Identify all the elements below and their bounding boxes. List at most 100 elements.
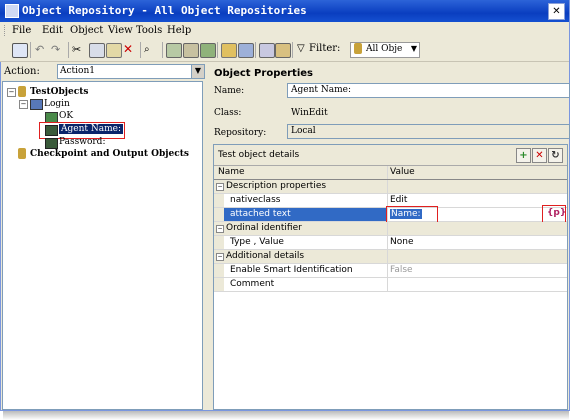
toolbar-separator bbox=[292, 42, 293, 58]
toolbar-separator bbox=[68, 42, 69, 58]
copy-icon[interactable] bbox=[89, 43, 105, 58]
toolbar: ↶ ↷ ✂ ✕ ⌕ ▽ Filter: All Obje ▼ bbox=[0, 39, 569, 62]
tree-node-ok[interactable]: OK bbox=[59, 111, 73, 121]
highlight-box bbox=[386, 206, 438, 223]
repository-icon bbox=[18, 86, 26, 97]
menu-tools[interactable]: Tools bbox=[136, 25, 162, 36]
add-object-icon[interactable] bbox=[166, 43, 182, 58]
undo-icon[interactable]: ↶ bbox=[35, 43, 49, 56]
window-icon bbox=[30, 99, 43, 110]
row-value: False bbox=[390, 265, 413, 275]
grid-row[interactable]: Enable Smart Identification False bbox=[214, 264, 567, 278]
row-name: Ordinal identifier bbox=[226, 223, 302, 233]
grid-category-row[interactable]: − Ordinal identifier bbox=[214, 222, 567, 236]
menu-help[interactable]: Help bbox=[167, 25, 191, 36]
row-name: nativeclass bbox=[230, 195, 281, 205]
delete-icon[interactable]: ✕ bbox=[123, 43, 137, 56]
row-name: Additional details bbox=[226, 251, 305, 261]
class-value: WinEdit bbox=[291, 108, 328, 118]
toolbar-separator bbox=[255, 42, 256, 58]
output-icon[interactable] bbox=[275, 43, 291, 58]
filter-value: All Obje bbox=[366, 44, 403, 54]
menu-object[interactable]: Object bbox=[70, 25, 103, 36]
grid-header: Name Value bbox=[214, 166, 567, 180]
repository-icon bbox=[18, 148, 26, 159]
menu-view[interactable]: View bbox=[108, 25, 133, 36]
filter-icon: ▽ bbox=[297, 43, 305, 54]
menu-edit[interactable]: Edit bbox=[42, 25, 63, 36]
collapse-toggle[interactable]: − bbox=[7, 88, 16, 97]
menu-file[interactable]: File bbox=[12, 25, 31, 36]
cut-icon[interactable]: ✂ bbox=[72, 43, 86, 56]
chevron-down-icon: ▼ bbox=[410, 44, 417, 53]
filter-select[interactable]: All Obje ▼ bbox=[350, 42, 420, 58]
grid-row-selected[interactable]: attached text Name: {p} bbox=[214, 205, 567, 224]
tree-node-agent-name[interactable]: Agent Name: bbox=[59, 124, 123, 134]
add-property-button[interactable]: + bbox=[516, 148, 531, 163]
action-value: Action1 bbox=[60, 66, 95, 76]
details-title: Test object details bbox=[218, 150, 300, 160]
tree-node-agent-name-label: Agent Name: bbox=[59, 124, 123, 134]
grid-col-value: Value bbox=[390, 167, 415, 177]
refresh-button[interactable]: ↻ bbox=[548, 148, 563, 163]
details-header: Test object details + ✕ ↻ bbox=[214, 145, 567, 166]
remove-property-button[interactable]: ✕ bbox=[532, 148, 547, 163]
toolbar-separator bbox=[162, 42, 163, 58]
window-title: Object Repository - All Object Repositor… bbox=[22, 4, 307, 17]
name-field[interactable]: Agent Name: bbox=[287, 83, 570, 98]
menu-bar: File Edit Object View Tools Help bbox=[0, 22, 569, 39]
window-shadow bbox=[3, 411, 569, 420]
repository-label: Repository: bbox=[214, 128, 267, 138]
collapse-toggle[interactable]: − bbox=[19, 100, 28, 109]
tree-node-login[interactable]: Login bbox=[44, 99, 70, 109]
collapse-toggle[interactable]: − bbox=[216, 225, 224, 233]
redo-icon[interactable]: ↷ bbox=[51, 43, 65, 56]
grid-category-row[interactable]: − Description properties bbox=[214, 180, 567, 194]
chevron-down-icon[interactable]: ▼ bbox=[191, 65, 204, 78]
app-icon bbox=[5, 4, 19, 18]
row-value: Edit bbox=[390, 195, 408, 205]
paste-icon[interactable] bbox=[106, 43, 122, 58]
export-icon[interactable] bbox=[200, 43, 216, 58]
filter-label: Filter: bbox=[309, 43, 341, 54]
row-name: Comment bbox=[230, 279, 275, 289]
class-label: Class: bbox=[214, 108, 242, 118]
action-label: Action: bbox=[4, 66, 40, 77]
object-properties-pane: Object Properties Name: Agent Name: Clas… bbox=[207, 62, 570, 410]
object-tree: − TestObjects − Login OK Agent Name: Pas… bbox=[2, 81, 203, 410]
parameter-icon[interactable]: {p} bbox=[547, 208, 566, 218]
object-spy-icon[interactable] bbox=[238, 43, 254, 58]
collapse-toggle[interactable]: − bbox=[216, 253, 224, 261]
highlight-icon[interactable] bbox=[221, 43, 237, 58]
title-bar: Object Repository - All Object Repositor… bbox=[0, 0, 569, 22]
tree-node-testobjects[interactable]: TestObjects bbox=[30, 87, 88, 97]
row-name: Description properties bbox=[226, 181, 327, 191]
merge-icon[interactable] bbox=[183, 43, 199, 58]
close-button[interactable]: ✕ bbox=[548, 3, 565, 20]
grid-row[interactable]: Comment bbox=[214, 278, 567, 292]
name-label: Name: bbox=[214, 86, 245, 96]
row-name: Enable Smart Identification bbox=[230, 265, 353, 275]
menu-grip bbox=[4, 25, 8, 36]
find-icon[interactable]: ⌕ bbox=[144, 43, 158, 56]
edit-field-icon bbox=[45, 138, 58, 149]
checkpoint-icon[interactable] bbox=[259, 43, 275, 58]
row-name: attached text bbox=[230, 209, 291, 219]
tree-node-password[interactable]: Password: bbox=[59, 137, 105, 147]
object-tree-pane: Action: Action1 ▼ − TestObjects − Login … bbox=[2, 62, 205, 410]
properties-view-icon[interactable] bbox=[12, 43, 28, 58]
repository-icon bbox=[354, 43, 362, 54]
grid-row[interactable]: Type , Value None bbox=[214, 236, 567, 250]
toolbar-separator bbox=[140, 42, 141, 58]
action-row: Action: Action1 ▼ bbox=[2, 64, 205, 80]
edit-field-icon bbox=[45, 125, 58, 136]
tree-node-checkpoints[interactable]: Checkpoint and Output Objects bbox=[30, 149, 189, 159]
row-value: None bbox=[390, 237, 414, 247]
repository-field: Local bbox=[287, 124, 570, 139]
collapse-toggle[interactable]: − bbox=[216, 183, 224, 191]
test-object-details: Test object details + ✕ ↻ Name Value − De… bbox=[213, 144, 568, 410]
grid-col-name: Name bbox=[214, 166, 388, 179]
object-properties-heading: Object Properties bbox=[214, 68, 314, 79]
action-select[interactable]: Action1 ▼ bbox=[57, 64, 205, 79]
grid-category-row[interactable]: − Additional details bbox=[214, 250, 567, 264]
